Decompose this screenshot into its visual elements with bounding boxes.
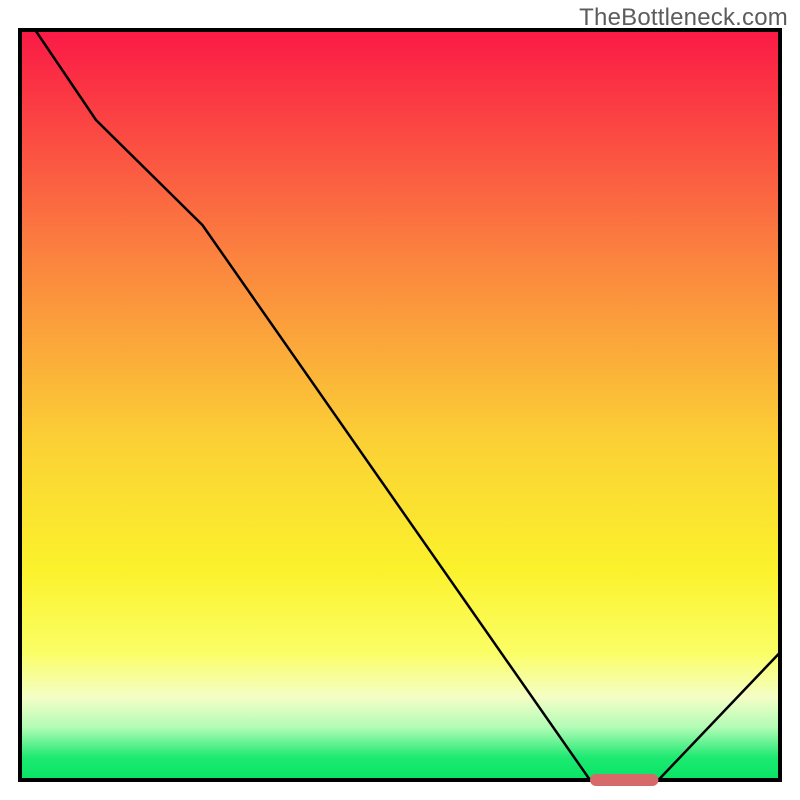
- watermark-text: TheBottleneck.com: [579, 4, 788, 32]
- chart-svg: [0, 0, 800, 800]
- plot-area: [20, 30, 780, 780]
- bottleneck-chart: TheBottleneck.com: [0, 0, 800, 800]
- optimal-range-marker: [590, 774, 658, 786]
